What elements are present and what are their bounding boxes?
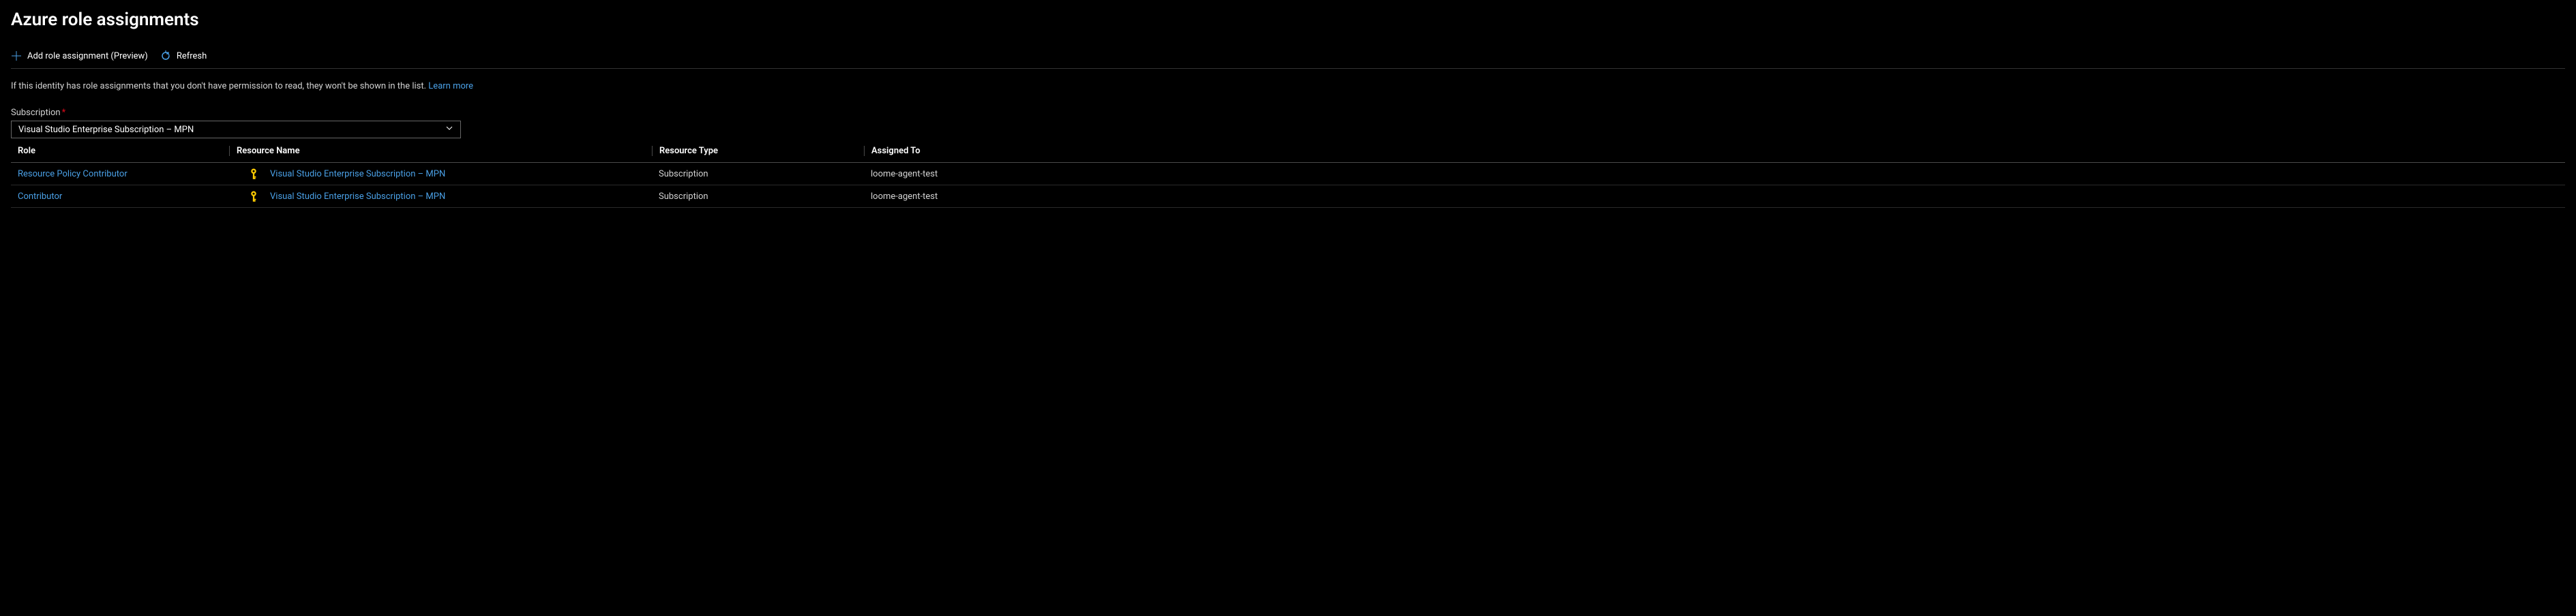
refresh-button[interactable]: Refresh <box>160 50 207 61</box>
role-link[interactable]: Resource Policy Contributor <box>18 169 128 179</box>
close-button[interactable] <box>2560 10 2565 27</box>
refresh-label: Refresh <box>177 51 207 61</box>
table-header: Role Resource Name Resource Type Assigne… <box>11 140 2565 163</box>
assigned-to-text: loome-agent-test <box>871 191 938 202</box>
column-header-assigned-to[interactable]: Assigned To <box>864 146 2565 156</box>
role-assignments-table: Role Resource Name Resource Type Assigne… <box>11 140 2565 208</box>
column-header-resource-type[interactable]: Resource Type <box>652 146 864 156</box>
learn-more-link[interactable]: Learn more <box>428 81 473 91</box>
subscription-field: Subscription* Visual Studio Enterprise S… <box>11 108 2565 138</box>
blade-container: Azure role assignments Add role assignme… <box>0 0 2576 217</box>
subscription-label: Subscription* <box>11 108 2565 118</box>
column-header-resource-name[interactable]: Resource Name <box>229 146 652 156</box>
column-header-role[interactable]: Role <box>11 146 229 156</box>
subscription-label-text: Subscription <box>11 108 61 118</box>
info-message: If this identity has role assignments th… <box>11 81 426 91</box>
toolbar: Add role assignment (Preview) Refresh <box>11 50 2565 69</box>
key-icon <box>250 190 262 202</box>
assigned-to-text: loome-agent-test <box>871 169 938 179</box>
required-asterisk: * <box>62 108 66 118</box>
resource-type-text: Subscription <box>659 191 708 202</box>
resource-type-text: Subscription <box>659 169 708 179</box>
role-link[interactable]: Contributor <box>18 191 62 202</box>
resource-name-link[interactable]: Visual Studio Enterprise Subscription – … <box>270 191 445 202</box>
page-title: Azure role assignments <box>11 10 199 30</box>
refresh-icon <box>160 50 171 61</box>
header-row: Azure role assignments <box>11 10 2565 30</box>
subscription-dropdown[interactable]: Visual Studio Enterprise Subscription – … <box>11 121 461 138</box>
key-icon <box>250 168 262 180</box>
info-text: If this identity has role assignments th… <box>11 81 2565 91</box>
table-row: Contributor Visual Studio Enterprise Sub… <box>11 185 2565 208</box>
table-row: Resource Policy Contributor Visual Studi… <box>11 163 2565 185</box>
add-role-assignment-label: Add role assignment (Preview) <box>27 51 148 61</box>
resource-name-link[interactable]: Visual Studio Enterprise Subscription – … <box>270 169 445 179</box>
subscription-selected-value: Visual Studio Enterprise Subscription – … <box>18 125 194 135</box>
add-role-assignment-button[interactable]: Add role assignment (Preview) <box>11 50 148 61</box>
plus-icon <box>11 50 22 61</box>
chevron-down-icon <box>445 124 453 135</box>
